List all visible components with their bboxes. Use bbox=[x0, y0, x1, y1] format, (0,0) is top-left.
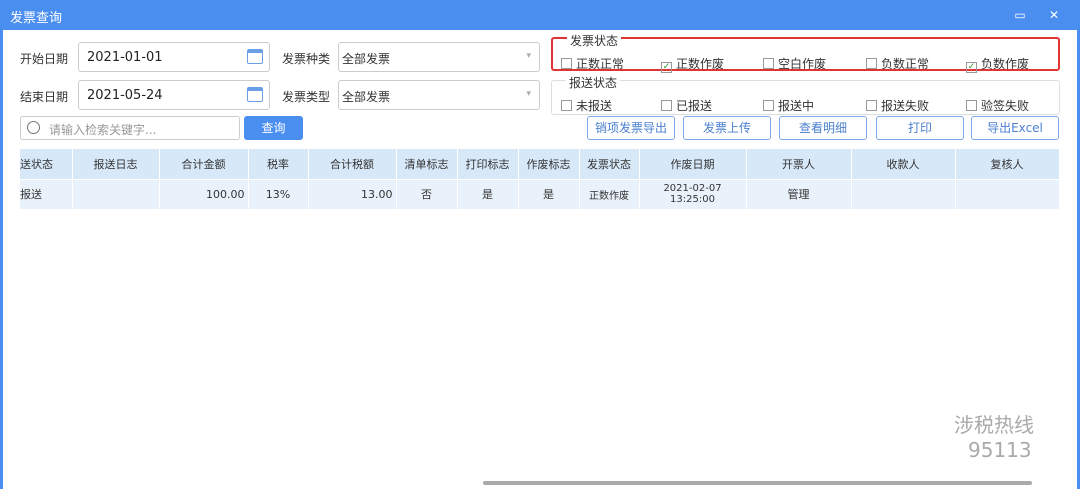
invoice-type-value: 全部发票 bbox=[342, 90, 391, 104]
invoice-kind-select[interactable]: 全部发票 ▾ bbox=[338, 42, 540, 72]
table-cell: 13% bbox=[248, 178, 309, 209]
view-detail-button[interactable]: 查看明细 bbox=[779, 116, 867, 140]
checkbox-label: 负数作废 bbox=[981, 57, 1030, 71]
watermark-hotline-label: 涉税热线 bbox=[954, 413, 1034, 437]
column-header[interactable]: 打印标志 bbox=[457, 149, 519, 179]
table-header: 送状态 报送日志 合计金额 税率 合计税额 清单标志 打印标志 作废标志 发票状… bbox=[20, 149, 1060, 179]
chevron-down-icon: ▾ bbox=[526, 51, 531, 61]
table-cell: 管理 bbox=[746, 178, 852, 209]
checkbox-label: 空白作废 bbox=[778, 57, 827, 71]
checkbox-icon bbox=[866, 100, 877, 111]
column-header[interactable]: 税率 bbox=[248, 149, 309, 179]
table-row[interactable]: 报送 100.00 13% 13.00 否 是 是 正数作废 2021-02-0… bbox=[20, 178, 1060, 209]
column-header[interactable]: 送状态 bbox=[20, 149, 73, 179]
search-input[interactable]: 请输入检索关键字... bbox=[20, 116, 240, 140]
checkbox-icon bbox=[966, 100, 977, 111]
invoice-status-title: 发票状态 bbox=[567, 32, 622, 49]
checkbox-not-reported[interactable]: 未报送 bbox=[561, 97, 612, 114]
checkbox-label: 负数正常 bbox=[881, 57, 930, 71]
checkbox-sign-failed[interactable]: 验签失败 bbox=[966, 97, 1029, 114]
start-date-value: 2021-01-01 bbox=[87, 50, 163, 65]
table-cell: 13.00 bbox=[308, 178, 397, 209]
table-cell bbox=[72, 178, 160, 209]
start-date-input[interactable]: 2021-01-01 bbox=[78, 42, 270, 72]
column-header[interactable]: 收款人 bbox=[851, 149, 956, 179]
table-cell: 100.00 bbox=[159, 178, 249, 209]
table-cell: 报送 bbox=[20, 178, 73, 209]
table-cell: 是 bbox=[518, 178, 580, 209]
calendar-icon[interactable] bbox=[247, 87, 263, 102]
checkbox-zhengshu-normal[interactable]: 正数正常 bbox=[561, 55, 624, 72]
table-cell: 2021-02-07 13:25:00 bbox=[639, 178, 747, 209]
table-cell: 否 bbox=[396, 178, 458, 209]
title-bar: 发票查询 ▭ ✕ bbox=[0, 0, 1080, 30]
invoice-status-group: 发票状态 正数正常 ✓ 正数作废 空白作废 负数正常 ✓ 负数作废 bbox=[551, 32, 1060, 73]
invoice-type-select[interactable]: 全部发票 ▾ bbox=[338, 80, 540, 110]
checkbox-label: 报送失败 bbox=[881, 99, 930, 113]
checkbox-label: 正数作废 bbox=[676, 57, 725, 71]
column-header[interactable]: 作废标志 bbox=[518, 149, 580, 179]
report-status-group: 报送状态 未报送 已报送 报送中 报送失败 验签失败 bbox=[551, 74, 1060, 115]
checkbox-label: 未报送 bbox=[576, 99, 613, 113]
export-sales-invoice-button[interactable]: 销项发票导出 bbox=[587, 116, 675, 140]
column-header[interactable]: 开票人 bbox=[746, 149, 852, 179]
invoice-kind-value: 全部发票 bbox=[342, 52, 391, 66]
checkbox-zhengshu-void[interactable]: ✓ 正数作废 bbox=[661, 55, 724, 73]
column-header[interactable]: 合计金额 bbox=[159, 149, 249, 179]
checkbox-fushu-void[interactable]: ✓ 负数作废 bbox=[966, 55, 1029, 73]
invoice-table: 送状态 报送日志 合计金额 税率 合计税额 清单标志 打印标志 作废标志 发票状… bbox=[20, 149, 1060, 209]
checkbox-reporting[interactable]: 报送中 bbox=[763, 97, 814, 114]
maximize-icon[interactable]: ▭ bbox=[1010, 6, 1030, 24]
end-date-label: 结束日期 bbox=[20, 90, 69, 104]
checkbox-label: 验签失败 bbox=[981, 99, 1030, 113]
column-header[interactable]: 发票状态 bbox=[579, 149, 640, 179]
checkbox-icon bbox=[763, 58, 774, 69]
checkbox-label: 报送中 bbox=[778, 99, 815, 113]
column-header[interactable]: 复核人 bbox=[955, 149, 1060, 179]
table-cell: 是 bbox=[457, 178, 519, 209]
checkbox-icon bbox=[661, 100, 672, 111]
checkbox-reported[interactable]: 已报送 bbox=[661, 97, 712, 114]
query-button[interactable]: 查询 bbox=[244, 116, 303, 140]
checkbox-icon bbox=[763, 100, 774, 111]
checkbox-icon bbox=[866, 58, 877, 69]
horizontal-scrollbar[interactable] bbox=[483, 481, 1032, 485]
close-icon[interactable]: ✕ bbox=[1044, 6, 1064, 24]
start-date-label: 开始日期 bbox=[20, 52, 69, 66]
search-icon bbox=[27, 121, 40, 134]
end-date-input[interactable]: 2021-05-24 bbox=[78, 80, 270, 110]
checkbox-blank-void[interactable]: 空白作废 bbox=[763, 55, 826, 72]
column-header[interactable]: 清单标志 bbox=[396, 149, 458, 179]
invoice-type-label: 发票类型 bbox=[282, 90, 331, 104]
column-header[interactable]: 报送日志 bbox=[72, 149, 160, 179]
report-status-title: 报送状态 bbox=[566, 74, 621, 91]
window-title: 发票查询 bbox=[10, 11, 63, 26]
checkbox-icon bbox=[561, 58, 572, 69]
checkbox-label: 已报送 bbox=[676, 99, 713, 113]
checkmark-icon: ✓ bbox=[661, 62, 672, 73]
checkbox-icon bbox=[561, 100, 572, 111]
checkmark-icon: ✓ bbox=[966, 62, 977, 73]
checkbox-report-failed[interactable]: 报送失败 bbox=[866, 97, 929, 114]
column-header[interactable]: 合计税额 bbox=[308, 149, 397, 179]
export-excel-button[interactable]: 导出Excel bbox=[971, 116, 1059, 140]
calendar-icon[interactable] bbox=[247, 49, 263, 64]
checkbox-label: 正数正常 bbox=[576, 57, 625, 71]
checkbox-fushu-normal[interactable]: 负数正常 bbox=[866, 55, 929, 72]
end-date-value: 2021-05-24 bbox=[87, 88, 163, 103]
table-cell bbox=[851, 178, 956, 209]
watermark-hotline-number: 95113 bbox=[968, 438, 1032, 462]
search-placeholder: 请输入检索关键字... bbox=[49, 123, 157, 137]
table-cell: 正数作废 bbox=[579, 178, 640, 209]
table-cell bbox=[955, 178, 1060, 209]
chevron-down-icon: ▾ bbox=[526, 89, 531, 99]
invoice-kind-label: 发票种类 bbox=[282, 52, 331, 66]
print-button[interactable]: 打印 bbox=[876, 116, 964, 140]
upload-invoice-button[interactable]: 发票上传 bbox=[683, 116, 771, 140]
column-header[interactable]: 作废日期 bbox=[639, 149, 747, 179]
